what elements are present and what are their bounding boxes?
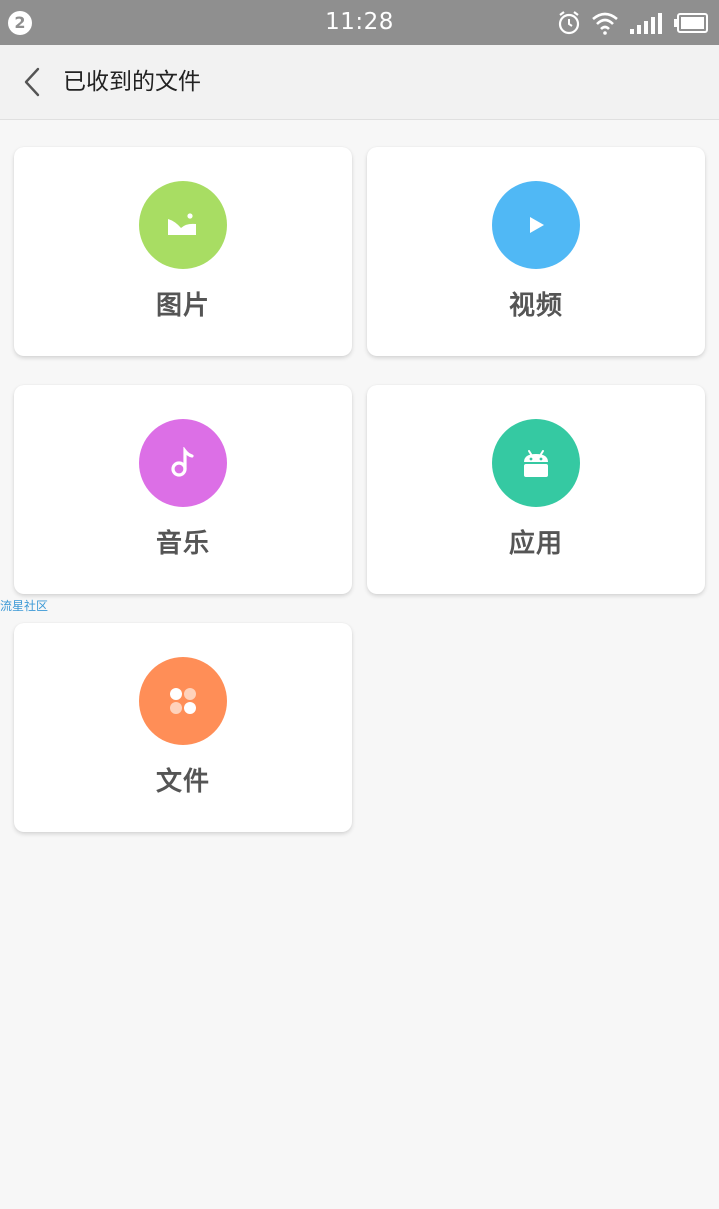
status-icons (557, 10, 709, 36)
music-icon-circle (139, 419, 227, 507)
category-label: 文件 (155, 767, 210, 797)
pictures-icon-circle (139, 181, 227, 269)
watermark-text: 流星社区 (0, 599, 49, 613)
category-label: 音乐 (155, 529, 210, 559)
files-grid-icon (170, 688, 196, 714)
alarm-icon (558, 11, 580, 35)
android-icon (524, 450, 548, 477)
page-title: 已收到的文件 (63, 69, 201, 95)
category-card-apps[interactable]: 应用 (367, 385, 705, 594)
category-card-pictures[interactable]: 图片 (14, 147, 352, 356)
videos-icon-circle (492, 181, 580, 269)
category-label: 应用 (508, 529, 563, 559)
play-icon (530, 217, 544, 233)
battery-icon (674, 13, 708, 33)
category-label: 视频 (508, 291, 563, 321)
category-card-files[interactable]: 文件 (14, 623, 352, 832)
image-icon (168, 213, 196, 235)
category-card-music[interactable]: 音乐 (14, 385, 352, 594)
signal-icon (630, 13, 662, 34)
music-note-icon (171, 447, 194, 477)
files-icon-circle (139, 657, 227, 745)
category-label: 图片 (155, 291, 210, 321)
wifi-icon (592, 12, 618, 35)
category-card-videos[interactable]: 视频 (367, 147, 705, 356)
app-bar: 已收到的文件 (0, 45, 719, 120)
chevron-left-icon (24, 67, 40, 97)
status-bar: 2 11:28 (0, 0, 719, 45)
apps-icon-circle (492, 419, 580, 507)
back-button[interactable] (18, 65, 48, 99)
